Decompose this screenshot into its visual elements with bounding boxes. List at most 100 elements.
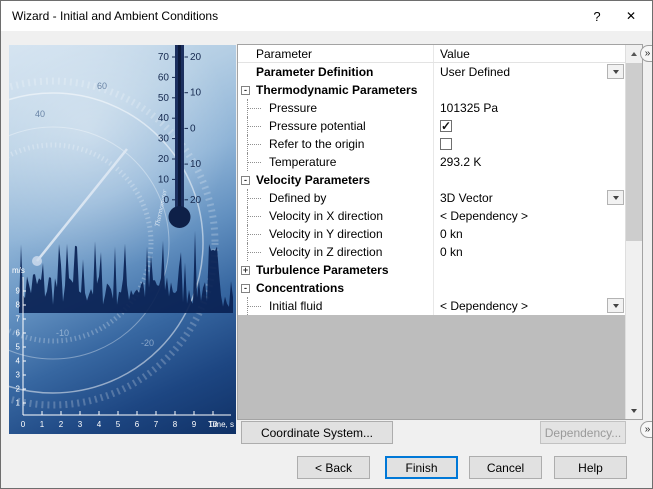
value-text: 0 kn <box>440 227 463 241</box>
param-label: Pressure potential <box>238 117 434 135</box>
collapse-icon[interactable]: - <box>241 176 250 185</box>
empty-value-cell <box>434 171 625 189</box>
svg-text:50: 50 <box>158 93 170 104</box>
window-title: Wizard - Initial and Ambient Conditions <box>12 9 580 23</box>
row-velocity-x: Velocity in X direction < Dependency > <box>238 207 625 225</box>
svg-text:1: 1 <box>16 399 21 408</box>
svg-text:8: 8 <box>16 301 21 310</box>
scroll-down-button[interactable] <box>626 402 642 419</box>
row-pressure: Pressure 101325 Pa <box>238 99 625 117</box>
svg-text:Time, s: Time, s <box>208 420 234 429</box>
svg-text:2: 2 <box>16 385 21 394</box>
refer-origin-checkbox[interactable] <box>440 138 452 150</box>
svg-text:40: 40 <box>158 113 170 124</box>
param-label: Pressure <box>238 99 434 117</box>
table-header: Parameter Value <box>238 45 625 63</box>
svg-text:m/s: m/s <box>12 266 25 275</box>
gauge-needle <box>37 149 127 261</box>
param-label: Velocity in Y direction <box>238 225 434 243</box>
empty-value-cell <box>434 261 625 279</box>
defined-by-dropdown-button[interactable] <box>607 190 624 205</box>
svg-text:10: 10 <box>190 159 202 170</box>
pressure-potential-checkbox[interactable] <box>440 120 452 132</box>
help-button[interactable]: Help <box>554 456 627 479</box>
svg-text:5: 5 <box>16 343 21 352</box>
initial-fluid-value[interactable]: < Dependency > <box>434 297 625 315</box>
velocity-x-value[interactable]: < Dependency > <box>434 207 625 225</box>
row-parameter-definition: Parameter Definition User Defined <box>238 63 625 81</box>
svg-text:3: 3 <box>16 371 21 380</box>
velocity-y-value[interactable]: 0 kn <box>434 225 625 243</box>
svg-text:2: 2 <box>59 420 64 429</box>
param-label: Velocity in Z direction <box>238 243 434 261</box>
scrollbar-thumb[interactable] <box>626 63 642 241</box>
value-column-header: Value <box>434 45 625 62</box>
value-text: 0 kn <box>440 245 463 259</box>
collapse-icon[interactable]: - <box>241 284 250 293</box>
svg-text:3: 3 <box>78 420 83 429</box>
temperature-value[interactable]: 293.2 K <box>434 153 625 171</box>
param-label: Refer to the origin <box>238 135 434 153</box>
parameter-definition-dropdown-button[interactable] <box>607 64 624 79</box>
table-scrollbar[interactable] <box>625 45 642 419</box>
svg-text:8: 8 <box>173 420 178 429</box>
velocity-z-value[interactable]: 0 kn <box>434 243 625 261</box>
param-label: Defined by <box>238 189 434 207</box>
group-label: Turbulence Parameters <box>256 263 389 277</box>
flyout-bottom-button[interactable]: » <box>640 421 653 438</box>
row-refer-to-origin: Refer to the origin <box>238 135 625 153</box>
initial-fluid-dropdown-button[interactable] <box>607 298 624 313</box>
svg-text:40: 40 <box>35 109 45 119</box>
group-thermodynamic-parameters: - Thermodynamic Parameters <box>238 81 625 99</box>
thermometer-bulb <box>169 206 191 228</box>
svg-text:10: 10 <box>190 88 202 99</box>
pressure-value[interactable]: 101325 Pa <box>434 99 625 117</box>
group-label: Thermodynamic Parameters <box>256 83 417 97</box>
chevron-down-icon <box>613 70 619 74</box>
svg-text:0: 0 <box>190 123 196 134</box>
svg-text:1: 1 <box>40 420 45 429</box>
finish-button[interactable]: Finish <box>385 456 458 479</box>
svg-text:7: 7 <box>154 420 159 429</box>
svg-text:-10: -10 <box>56 328 69 338</box>
value-text: 293.2 K <box>440 155 481 169</box>
empty-value-cell <box>434 81 625 99</box>
row-initial-fluid: Initial fluid < Dependency > <box>238 297 625 315</box>
svg-text:60: 60 <box>158 72 170 83</box>
coordinate-system-button[interactable]: Coordinate System... <box>241 421 393 444</box>
svg-text:0: 0 <box>21 420 26 429</box>
parameter-definition-value[interactable]: User Defined <box>434 63 625 81</box>
svg-text:0: 0 <box>163 195 169 206</box>
expand-icon[interactable]: + <box>241 266 250 275</box>
close-button[interactable]: ✕ <box>614 1 648 31</box>
defined-by-value[interactable]: 3D Vector <box>434 189 625 207</box>
group-velocity-parameters: - Velocity Parameters <box>238 171 625 189</box>
svg-text:9: 9 <box>16 287 21 296</box>
group-concentrations: - Concentrations <box>238 279 625 297</box>
back-button[interactable]: < Back <box>297 456 370 479</box>
cancel-button[interactable]: Cancel <box>469 456 542 479</box>
value-text: 101325 Pa <box>440 101 498 115</box>
svg-text:4: 4 <box>97 420 102 429</box>
value-text: User Defined <box>440 65 510 79</box>
parameter-table: Parameter Value Parameter Definition Use… <box>238 45 625 419</box>
row-velocity-z: Velocity in Z direction 0 kn <box>238 243 625 261</box>
gauge-tick-ring <box>9 81 215 405</box>
title-bar: Wizard - Initial and Ambient Conditions … <box>1 1 652 31</box>
param-label: Initial fluid <box>238 297 434 315</box>
svg-text:20: 20 <box>190 195 202 206</box>
group-turbulence-parameters: + Turbulence Parameters <box>238 261 625 279</box>
svg-text:4: 4 <box>16 357 21 366</box>
thermometer-photo: Thermometer 7060504030201002010010204060… <box>9 45 236 434</box>
table-empty-area <box>238 315 625 419</box>
titlebar-help-button[interactable]: ? <box>580 1 614 31</box>
gauge-inner-ring <box>9 127 169 359</box>
svg-text:10: 10 <box>158 174 170 185</box>
collapse-icon[interactable]: - <box>241 86 250 95</box>
parameter-column-header: Parameter <box>238 45 434 62</box>
flyout-top-button[interactable]: » <box>640 45 653 62</box>
value-text: < Dependency > <box>440 299 528 313</box>
svg-text:-20: -20 <box>141 338 154 348</box>
scrollbar-track[interactable] <box>626 62 642 402</box>
empty-value-cell <box>434 279 625 297</box>
